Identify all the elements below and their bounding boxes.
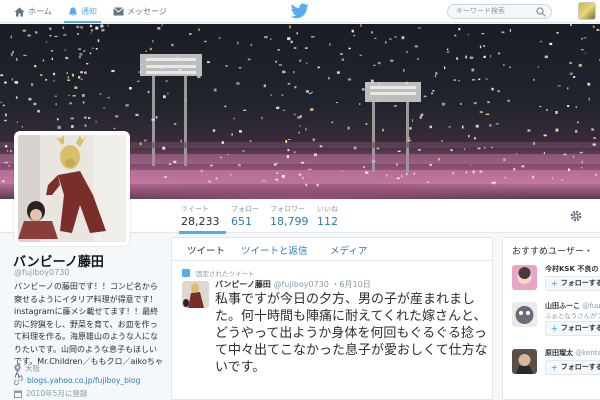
suggestion-avatar[interactable] — [512, 302, 537, 327]
location-pin-icon — [14, 364, 21, 373]
stat-likes[interactable]: いいね 112 — [317, 204, 338, 228]
pin-icon — [182, 269, 190, 277]
suggestion-name-text: 原田瑠太 — [545, 349, 573, 357]
suggestion-avatar-image — [512, 349, 537, 374]
stat-tweets-value: 28,233 — [181, 215, 220, 228]
follow-plus-icon: + — [551, 279, 558, 288]
suggestion-avatar[interactable] — [512, 265, 537, 290]
follow-button[interactable]: + フォローする — [545, 360, 600, 375]
tweet-avatar[interactable] — [182, 281, 209, 308]
follow-button[interactable]: + フォローする — [545, 276, 600, 291]
profile-url-text[interactable]: blogs.yahoo.co.jp/fujiboy_blog — [27, 376, 140, 385]
bell-icon — [69, 7, 77, 17]
suggestion-item: 原田瑠太 @kenta + フォローする — [512, 346, 600, 386]
profile-location: 大阪 — [14, 363, 40, 374]
tweet-author-handle[interactable]: @fujiboy0730 — [273, 280, 328, 289]
suggestion-name[interactable]: 今村KSK 不良の — [545, 264, 598, 274]
suggestion-handle: @fuu — [582, 302, 600, 310]
profile-joined: 2010年5月に登録 — [14, 388, 87, 399]
suggestion-item: 山田ふーこ @fuu ふぉとなうさんがフォ +フォローする — [512, 299, 600, 339]
home-icon — [14, 7, 25, 16]
suggestion-avatar-image — [512, 265, 537, 290]
suggestion-name-text: 今村KSK 不良の — [545, 265, 599, 273]
profile-handle[interactable]: @fujiboy0730 — [14, 268, 69, 277]
follow-plus-icon: + — [551, 324, 558, 333]
tab-media[interactable]: メディア — [330, 243, 367, 257]
stat-followers-label: フォロワー — [270, 205, 305, 213]
nav-notifications[interactable]: 通知 — [64, 0, 101, 23]
profile-url[interactable]: blogs.yahoo.co.jp/fujiboy_blog — [14, 376, 140, 385]
suggestion-avatar[interactable] — [512, 349, 537, 374]
profile-avatar[interactable] — [14, 131, 130, 246]
search-placeholder: キーワード検索 — [456, 7, 505, 15]
follow-plus-icon: + — [551, 363, 558, 372]
suggestion-avatar-image — [512, 302, 537, 327]
suggestion-handle: @kenta — [575, 349, 600, 357]
suggestion-detail: ふぉとなうさんがフォ — [545, 312, 600, 320]
envelope-icon — [113, 7, 124, 16]
stat-followers[interactable]: フォロワー 18,799 — [270, 204, 309, 228]
who-to-follow-title: おすすめユーザー・ — [512, 247, 593, 257]
account-avatar[interactable] — [578, 2, 596, 20]
nav-messages[interactable]: メッセージ — [113, 0, 167, 23]
suggestion-name-text: 山田ふーこ — [545, 302, 580, 310]
tab-tweets-and-replies[interactable]: ツイートと返信 — [241, 243, 308, 257]
stat-likes-value: 112 — [317, 215, 338, 228]
tweet-text: 私事ですが今日の夕方、男の子が産まれました。何十時間も陣痛に耐えてくれた嫁さんと… — [215, 292, 488, 375]
search-icon[interactable] — [536, 7, 546, 17]
link-icon — [14, 376, 23, 385]
pinned-tweet-label: 固定されたツイート — [182, 268, 255, 278]
nav-home[interactable]: ホーム — [14, 0, 52, 23]
top-nav: ホーム 通知 メッセージ キーワード検索 — [0, 0, 600, 23]
tweet-header: バンビーノ藤田 @fujiboy0730 ・6月10日 — [215, 279, 371, 290]
profile-joined-text: 2010年5月に登録 — [26, 389, 88, 398]
calendar-icon — [14, 390, 22, 398]
stat-tweets[interactable]: ツイート 28,233 — [179, 204, 225, 234]
stat-following-value: 651 — [231, 215, 252, 228]
follow-button-label: フォローする — [560, 324, 600, 332]
suggestion-item: 今村KSK 不良の + フォローする — [512, 262, 600, 302]
stat-following[interactable]: フォロー 651 — [231, 204, 259, 228]
stat-likes-label: いいね — [317, 205, 338, 213]
suggestion-name[interactable]: 原田瑠太 @kenta — [545, 348, 600, 358]
profile-avatar-image — [18, 135, 126, 242]
tab-tweets[interactable]: ツイート — [187, 243, 225, 257]
nav-notifications-label: 通知 — [81, 7, 97, 16]
timeline: ツイート ツイートと返信 メディア 固定されたツイート バンビーノ藤田 @fuj… — [171, 237, 493, 400]
tweet-author-name[interactable]: バンビーノ藤田 — [215, 280, 271, 289]
twitter-bird-icon[interactable] — [291, 3, 309, 19]
tweet-avatar-image — [182, 281, 209, 308]
stat-tweets-label: ツイート — [181, 205, 209, 213]
nav-messages-label: メッセージ — [127, 7, 167, 16]
search-input[interactable]: キーワード検索 — [447, 4, 552, 19]
follow-button-label: フォローする — [560, 363, 600, 371]
stat-following-label: フォロー — [231, 205, 259, 213]
gear-icon[interactable] — [569, 209, 583, 223]
timeline-tabs: ツイート ツイートと返信 メディア — [172, 238, 492, 261]
tweet-date[interactable]: ・6月10日 — [331, 280, 370, 289]
follow-button[interactable]: + フォローする — [545, 321, 600, 336]
follow-button-label: フォローする — [560, 279, 600, 287]
pinned-tweet-text: 固定されたツイート — [196, 270, 255, 278]
nav-home-label: ホーム — [28, 7, 52, 16]
profile-location-text: 大阪 — [25, 364, 40, 373]
who-to-follow: おすすめユーザー・ 今村KSK 不良の + フォローする 山田ふーこ @fuu ふ… — [502, 237, 600, 400]
stat-followers-value: 18,799 — [270, 215, 309, 228]
